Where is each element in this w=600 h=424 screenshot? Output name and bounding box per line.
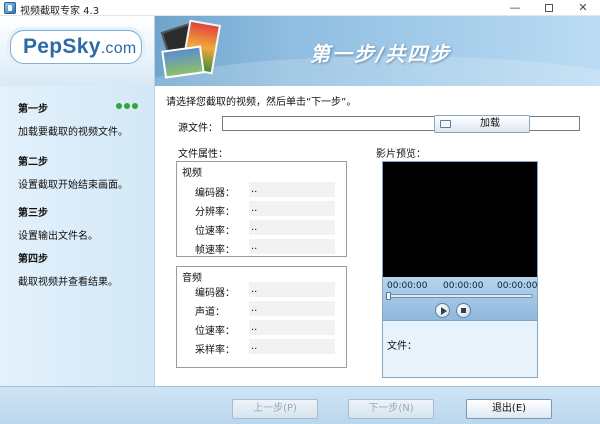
title-bar: 视频截取专家 4.3 — ✕: [0, 0, 600, 17]
seek-bar[interactable]: [387, 294, 533, 298]
logo: PepSky.com: [10, 30, 142, 64]
step-sidebar: 第一步 加载要截取的视频文件。 第二步 设置截取开始结束画面。 第三步 设置输出…: [0, 86, 155, 386]
video-group-title: 视频: [182, 168, 202, 179]
bottom-nav-bar: 上一步(P) 下一步(N) 退出(E): [0, 386, 600, 424]
logo-suffix: .com: [100, 40, 137, 57]
step-desc: 设置截取开始结束画面。: [18, 180, 128, 191]
video-preview-panel: 00:00:00 00:00:00 00:00:00 文件：: [382, 161, 538, 378]
folder-icon: [440, 120, 451, 128]
load-button[interactable]: 加载: [434, 115, 530, 133]
prop-value: ..: [249, 220, 335, 235]
seek-thumb[interactable]: [386, 292, 391, 300]
audio-codec-row: 编码器： ..: [195, 282, 335, 299]
time-current: 00:00:00: [443, 281, 484, 291]
prop-name: 声道：: [195, 307, 225, 318]
app-icon: [4, 2, 16, 14]
video-properties-group: 视频 编码器： .. 分辨率： .. 位速率： .. 帧速率： ..: [176, 161, 347, 257]
step-name: 第二步: [18, 157, 48, 168]
source-file-label: 源文件：: [178, 123, 218, 134]
prop-name: 编码器：: [195, 288, 235, 299]
minimize-button[interactable]: —: [498, 0, 532, 16]
exit-button[interactable]: 退出(E): [466, 399, 552, 419]
prop-name: 编码器：: [195, 188, 235, 199]
step-desc: 加载要截取的视频文件。: [18, 127, 128, 138]
step-name: 第三步: [18, 208, 48, 219]
stop-button[interactable]: [456, 303, 471, 318]
previous-step-button[interactable]: 上一步(P): [232, 399, 318, 419]
file-properties-label: 文件属性：: [178, 149, 228, 160]
window-title: 视频截取专家 4.3: [20, 6, 100, 17]
maximize-button[interactable]: [532, 0, 566, 16]
logo-main: PepSky: [23, 35, 101, 58]
preview-file-label: 文件：: [387, 341, 417, 352]
play-button[interactable]: [435, 303, 450, 318]
main-panel: 请选择您截取的视频，然后单击“下一步”。 源文件： 加载 文件属性： 视频 编码…: [156, 86, 600, 386]
sidebar-step-3: 第三步 设置输出文件名。: [18, 204, 152, 242]
prop-name: 采样率：: [195, 345, 235, 356]
video-resolution-row: 分辨率： ..: [195, 201, 335, 218]
close-button[interactable]: ✕: [566, 0, 600, 16]
time-end: 00:00:00: [497, 281, 538, 291]
preview-label: 影片预览：: [376, 149, 426, 160]
logo-area: PepSky.com: [0, 16, 155, 86]
audio-bitrate-row: 位速率： ..: [195, 320, 335, 337]
header-banner: 第一步/共四步: [155, 16, 600, 86]
prop-value: ..: [249, 182, 335, 197]
prop-name: 位速率：: [195, 226, 235, 237]
load-button-label: 加载: [480, 118, 500, 129]
active-step-dots-icon: [116, 101, 140, 112]
prop-value: ..: [249, 301, 335, 316]
step-name: 第四步: [18, 254, 48, 265]
audio-channels-row: 声道： ..: [195, 301, 335, 318]
header: PepSky.com 第一步/共四步: [0, 16, 600, 86]
prop-name: 位速率：: [195, 326, 235, 337]
sidebar-step-4: 第四步 截取视频并查看结果。: [18, 250, 152, 288]
step-title: 第一步/共四步: [310, 42, 452, 66]
film-photos-icon: [159, 18, 229, 84]
step-desc: 设置输出文件名。: [18, 231, 98, 242]
sidebar-step-1: 第一步 加载要截取的视频文件。: [18, 100, 152, 138]
prop-value: ..: [249, 282, 335, 297]
next-step-button[interactable]: 下一步(N): [348, 399, 434, 419]
sidebar-step-2: 第二步 设置截取开始结束画面。: [18, 153, 152, 191]
video-bitrate-row: 位速率： ..: [195, 220, 335, 237]
audio-samplerate-row: 采样率： ..: [195, 339, 335, 356]
step-desc: 截取视频并查看结果。: [18, 277, 118, 288]
prop-name: 帧速率：: [195, 245, 235, 256]
time-start: 00:00:00: [387, 281, 428, 291]
instruction-text: 请选择您截取的视频，然后单击“下一步”。: [166, 97, 357, 108]
video-codec-row: 编码器： ..: [195, 182, 335, 199]
maximize-icon: [545, 4, 553, 12]
video-screen: [383, 162, 537, 277]
prop-value: ..: [249, 339, 335, 354]
prop-value: ..: [249, 201, 335, 216]
prop-value: ..: [249, 239, 335, 254]
video-framerate-row: 帧速率： ..: [195, 239, 335, 256]
prop-name: 分辨率：: [195, 207, 235, 218]
player-controls: 00:00:00 00:00:00 00:00:00: [383, 277, 537, 321]
prop-value: ..: [249, 320, 335, 335]
audio-properties-group: 音频 编码器： .. 声道： .. 位速率： .. 采样率： ..: [176, 266, 347, 368]
